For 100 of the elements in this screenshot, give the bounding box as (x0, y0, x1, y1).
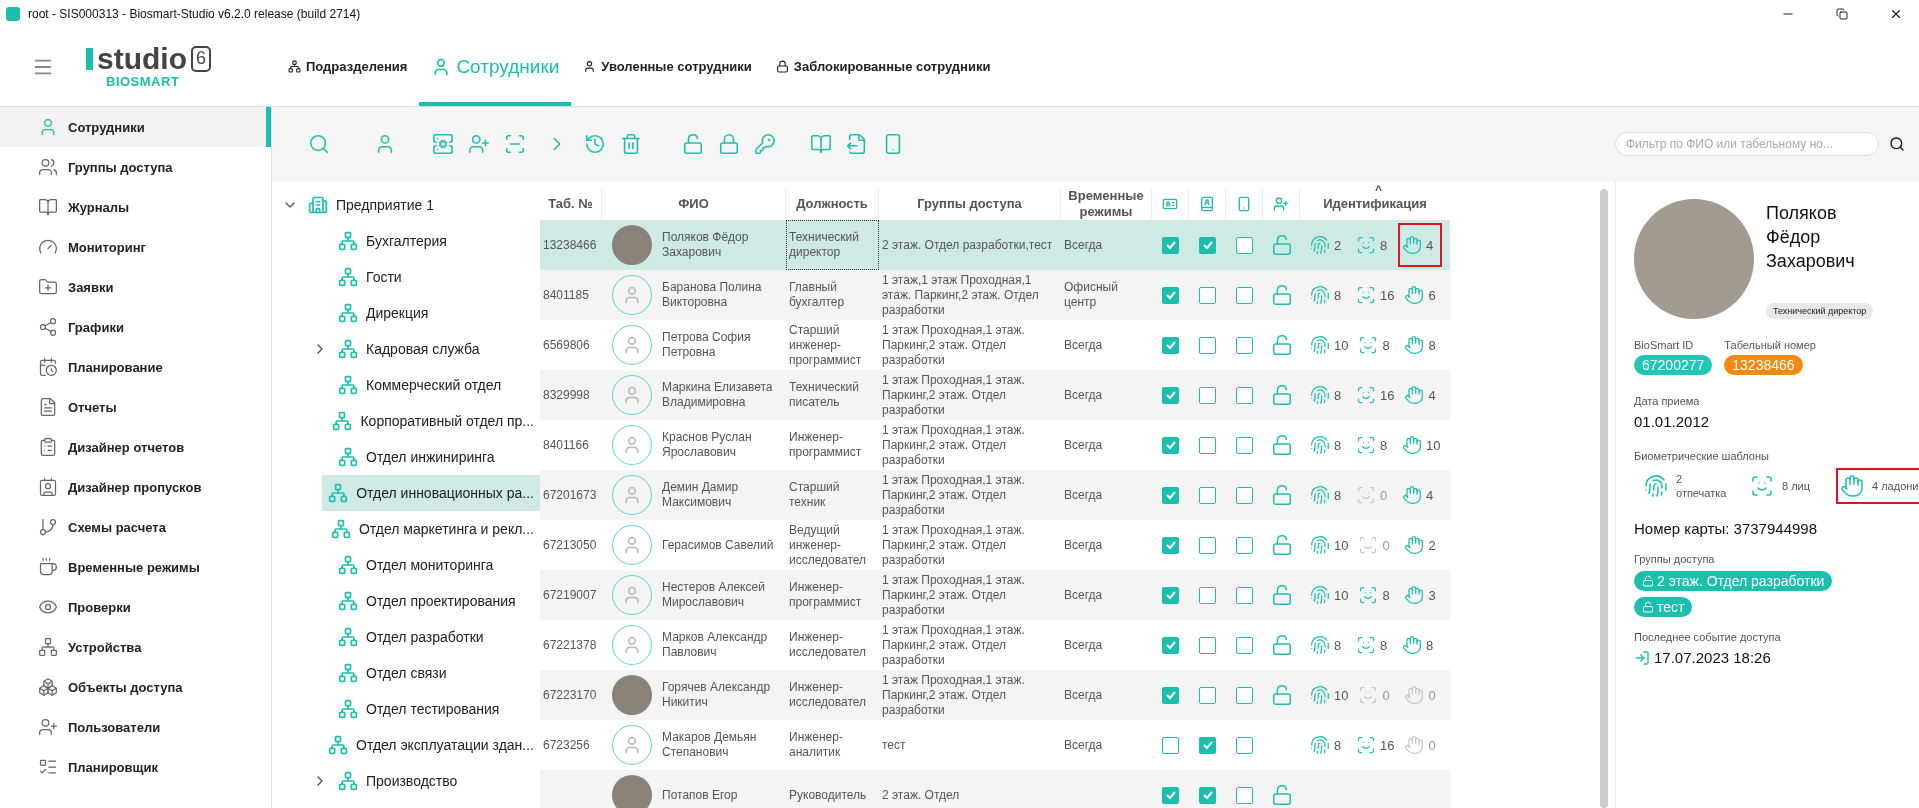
checkbox[interactable] (1162, 786, 1179, 804)
restore-icon[interactable] (1836, 7, 1848, 20)
table-row[interactable]: 8329998 Маркина Елизавета Владимировна Технический писатель 1 этаж Проходная,1 этаж. Паркинг,2 этаж. Отдел разработки Всегда 8 16 4 (540, 370, 1450, 420)
scrollbar[interactable] (1600, 189, 1608, 808)
tree-item[interactable]: Отдел тестирования (332, 691, 540, 727)
person-plus-icon[interactable] (1273, 196, 1289, 212)
checkbox[interactable] (1162, 236, 1179, 254)
tree-item[interactable]: Отдел разработки (332, 619, 540, 655)
checkbox[interactable] (1199, 786, 1216, 804)
checkbox[interactable] (1162, 486, 1179, 504)
checkbox[interactable] (1199, 336, 1216, 354)
lock-open-icon[interactable] (1270, 584, 1293, 606)
checkbox[interactable] (1199, 686, 1216, 704)
lock-open-icon[interactable] (1270, 534, 1293, 556)
tree-item[interactable]: Отдел мониторинга (332, 547, 540, 583)
table-row[interactable]: 67201673 Демин Дамир Максимович Старший техник 1 этаж Проходная,1 этаж. Паркинг,2 этаж. Отдел разработки Всегда 8 0 4 (540, 470, 1450, 520)
column-header[interactable]: Идентификация (1323, 196, 1427, 212)
history-icon[interactable] (584, 133, 606, 155)
tree-item[interactable]: Производство (332, 763, 540, 799)
lock-open-icon[interactable] (1270, 784, 1293, 806)
checkbox[interactable] (1199, 536, 1216, 554)
checkbox[interactable] (1199, 636, 1216, 654)
table-row[interactable]: 13238466 Поляков Фёдор Захарович Технический директор 2 этаж. Отдел разработки,тест Всегда 2 8 4 (540, 220, 1450, 270)
table-row[interactable]: Потапов Егор Руководитель 2 этаж. Отдел (540, 770, 1450, 808)
sidebar-item[interactable]: Сотрудники (0, 107, 271, 147)
lock-open-icon[interactable] (682, 133, 704, 155)
checkbox[interactable] (1236, 636, 1253, 654)
lock-open-icon[interactable] (1270, 284, 1293, 306)
biometric-count: 8 (1428, 337, 1436, 353)
checkbox[interactable] (1162, 636, 1179, 654)
scan-frame-icon[interactable] (504, 133, 526, 155)
table-cell-text: 2 этаж. Отдел (881, 786, 961, 804)
palm-icon (1404, 685, 1425, 705)
checkbox[interactable] (1162, 386, 1179, 404)
checkbox[interactable] (1162, 686, 1179, 704)
table-cell-text: Горячев Александр Никитич (662, 680, 772, 710)
nav-tab[interactable]: Заблокированные сотрудники (763, 27, 1003, 106)
checkbox[interactable] (1162, 736, 1179, 754)
checkbox[interactable] (1162, 436, 1179, 454)
tree-item[interactable]: Отдел маркетинга и рекл... (324, 511, 540, 547)
checkbox[interactable] (1199, 736, 1216, 754)
checkbox[interactable] (1199, 236, 1216, 254)
lock-open-icon[interactable] (1270, 234, 1293, 256)
tree-item[interactable]: Бухгалтерия (332, 223, 540, 259)
checkbox[interactable] (1236, 786, 1253, 804)
checkbox[interactable] (1236, 586, 1253, 604)
checkbox[interactable] (1199, 286, 1216, 304)
checkmark-icon (1164, 789, 1177, 801)
file-export-icon[interactable] (846, 133, 868, 155)
nav-tab[interactable]: Уволенные сотрудники (571, 27, 764, 106)
key-icon[interactable] (754, 133, 776, 155)
tree-item[interactable]: Гости (332, 259, 540, 295)
table-cell-text: Инженер-программист (788, 429, 863, 461)
lock-open-icon[interactable] (1270, 434, 1293, 456)
trash-icon[interactable] (620, 133, 642, 155)
tree-item[interactable]: Дирекция (332, 295, 540, 331)
nav-tab[interactable]: Подразделения (276, 27, 420, 106)
checkbox[interactable] (1236, 686, 1253, 704)
contact-book-icon[interactable] (1199, 196, 1215, 212)
filter-field[interactable]: Фильтр по ФИО или табельному но... (1615, 132, 1879, 156)
lock-open-icon[interactable] (1270, 484, 1293, 506)
lock-open-icon[interactable] (1270, 384, 1293, 406)
tree-item[interactable]: Отдел связи (332, 655, 540, 691)
checkbox[interactable] (1162, 536, 1179, 554)
checkbox[interactable] (1236, 736, 1253, 754)
checkbox[interactable] (1236, 236, 1253, 254)
table-row[interactable]: 67223170 Горячев Александр Никитич Инженер-исследовател 1 этаж Проходная,1 этаж. Паркинг,2 этаж. Отдел разработки Всегда 10 0 0 (540, 670, 1450, 720)
tree-item[interactable]: Отдел проектирования (332, 583, 540, 619)
table-row[interactable]: 67219007 Нестеров Алексей Мирославович Инженер-программист 1 этаж Проходная,1 этаж. Паркинг,2 этаж. Отдел разработки Всегда 10 8 3 (540, 570, 1450, 620)
tree-item[interactable]: Кадровая служба (332, 331, 540, 367)
phone-icon[interactable] (1236, 196, 1252, 212)
checkbox[interactable] (1199, 436, 1216, 454)
checkbox[interactable] (1236, 386, 1253, 404)
id-card-icon[interactable] (1162, 196, 1178, 212)
checkbox[interactable] (1199, 586, 1216, 604)
checkbox[interactable] (1236, 536, 1253, 554)
checkbox[interactable] (1162, 586, 1179, 604)
checkbox[interactable] (1199, 386, 1216, 404)
checkbox[interactable] (1236, 286, 1253, 304)
tree-item[interactable]: Предприятие 1 (302, 187, 540, 223)
tree-item[interactable]: Корпоративный отдел пр... (326, 403, 540, 439)
checkbox[interactable] (1236, 436, 1253, 454)
lock-open-icon[interactable] (1270, 334, 1293, 356)
checkbox[interactable] (1236, 336, 1253, 354)
person-plus-icon[interactable] (468, 133, 490, 155)
lock-open-icon[interactable] (1270, 634, 1293, 656)
book-icon[interactable] (810, 133, 832, 155)
tree-item[interactable]: Коммерческий отдел (332, 367, 540, 403)
checkbox[interactable] (1199, 486, 1216, 504)
lock-open-icon[interactable] (1270, 684, 1293, 706)
lock-icon (775, 60, 789, 73)
checkbox[interactable] (1162, 286, 1179, 304)
tree-item[interactable]: Отдел инжиниринга (332, 439, 540, 475)
checkbox[interactable] (1162, 336, 1179, 354)
search-icon[interactable] (1889, 136, 1905, 152)
tree-item[interactable]: Отдел эксплуатации здан... (322, 727, 540, 763)
tree-item[interactable]: Отдел инновационных ра... (322, 475, 540, 511)
checkbox[interactable] (1236, 486, 1253, 504)
table-row[interactable]: 8401185 Баранова Полина Викторовна Главный бухгалтер 1 этаж,1 этаж Проходная,1 этаж. Паркинг,2 этаж. Отдел разработки Офисный центр 8 16 6 (540, 270, 1450, 320)
lock-icon[interactable] (718, 133, 740, 155)
